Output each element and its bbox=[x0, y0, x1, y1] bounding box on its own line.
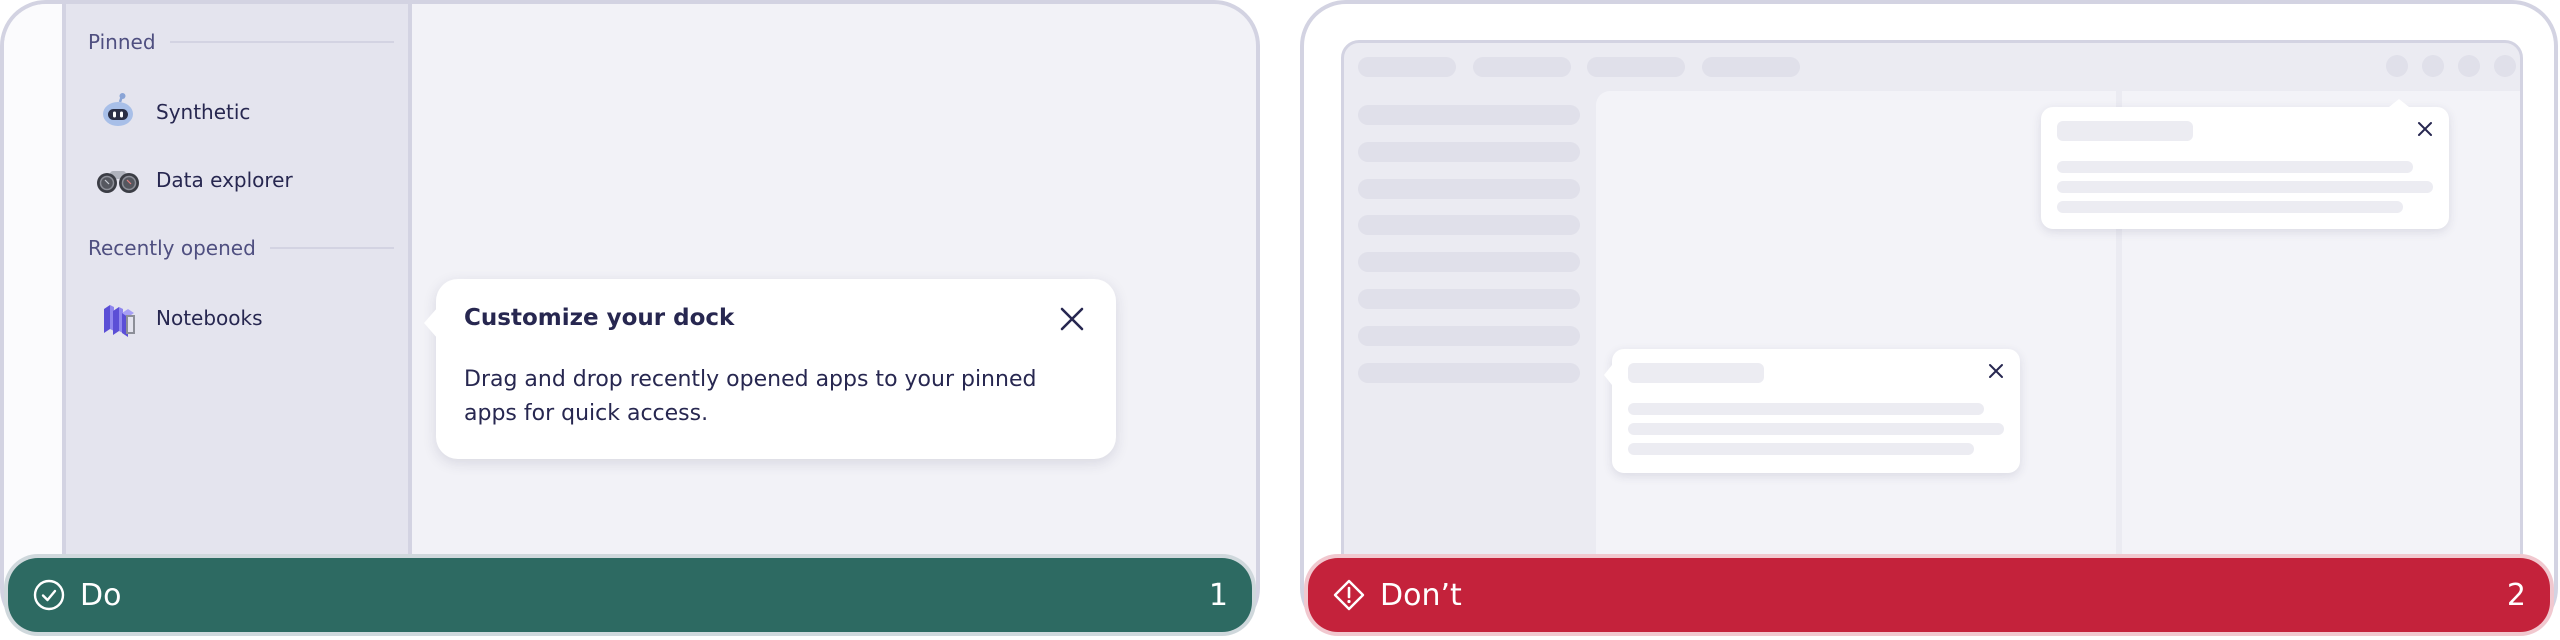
placeholder-tab bbox=[1473, 57, 1571, 77]
placeholder-dot bbox=[2458, 55, 2480, 77]
placeholder-line bbox=[1628, 423, 2004, 435]
divider bbox=[169, 41, 394, 43]
placeholder-line bbox=[1628, 443, 1974, 455]
overlapping-tooltip-1 bbox=[1604, 349, 2020, 473]
pinned-section-header: Pinned bbox=[88, 30, 394, 54]
placeholder-nav-item bbox=[1358, 289, 1580, 309]
verdict-label: Don’t bbox=[1380, 577, 1462, 613]
recent-label: Recently opened bbox=[88, 236, 256, 260]
divider bbox=[269, 247, 394, 249]
notebooks-cube-icon bbox=[96, 298, 140, 338]
do-verdict-bar: Do 1 bbox=[8, 558, 1252, 632]
dock-item-label: Data explorer bbox=[156, 168, 293, 192]
recent-section-header: Recently opened bbox=[88, 236, 394, 260]
tooltip-title: Customize your dock bbox=[464, 305, 735, 331]
placeholder-nav-item bbox=[1358, 142, 1580, 162]
placeholder-nav-item bbox=[1358, 215, 1580, 235]
placeholder-nav-item bbox=[1358, 105, 1580, 125]
dock-item-label: Synthetic bbox=[156, 100, 251, 124]
placeholder-line bbox=[2057, 161, 2413, 173]
placeholder-tab bbox=[1358, 57, 1456, 77]
dock-item-data-explorer[interactable]: Data explorer bbox=[96, 160, 293, 200]
app-mockup-frame bbox=[1341, 40, 2523, 580]
placeholder-title bbox=[1628, 363, 1764, 383]
verdict-number: 1 bbox=[1208, 577, 1228, 613]
customize-dock-tooltip: Customize your dock Drag and drop recent… bbox=[424, 279, 1116, 459]
placeholder-nav-item bbox=[1358, 252, 1580, 272]
placeholder-nav-item bbox=[1358, 326, 1580, 346]
placeholder-line bbox=[2057, 201, 2403, 213]
placeholder-line bbox=[2057, 181, 2433, 193]
do-example-panel: Pinned Synthetic Data explorer Recently … bbox=[0, 0, 1260, 634]
check-circle-icon bbox=[32, 578, 66, 612]
placeholder-nav-item bbox=[1358, 179, 1580, 199]
placeholder-line bbox=[1628, 403, 1984, 415]
placeholder-tab bbox=[1587, 57, 1685, 77]
dock-item-notebooks[interactable]: Notebooks bbox=[96, 298, 263, 338]
placeholder-tab bbox=[1702, 57, 1800, 77]
placeholder-dot bbox=[2422, 55, 2444, 77]
tooltip-arrow bbox=[2389, 99, 2409, 107]
warning-diamond-icon bbox=[1332, 578, 1366, 612]
pinned-label: Pinned bbox=[88, 30, 156, 54]
placeholder-dot bbox=[2386, 55, 2408, 77]
dont-example-panel bbox=[1300, 0, 2558, 634]
dock-sidebar: Pinned Synthetic Data explorer Recently … bbox=[62, 4, 412, 630]
binoculars-icon bbox=[96, 160, 140, 200]
overlapping-tooltip-2 bbox=[2041, 99, 2449, 229]
tooltip-arrow bbox=[1604, 365, 1612, 385]
placeholder-nav-item bbox=[1358, 363, 1580, 383]
verdict-number: 2 bbox=[2506, 577, 2526, 613]
close-icon[interactable] bbox=[1058, 305, 1086, 333]
placeholder-content bbox=[1596, 91, 2116, 577]
placeholder-title bbox=[2057, 121, 2193, 141]
tooltip-body: Drag and drop recently opened apps to yo… bbox=[464, 367, 1037, 426]
verdict-label: Do bbox=[80, 577, 122, 613]
close-icon[interactable] bbox=[2417, 121, 2433, 137]
close-icon[interactable] bbox=[1988, 363, 2004, 379]
placeholder-dot bbox=[2494, 55, 2516, 77]
robot-icon bbox=[96, 92, 140, 132]
app-rail bbox=[4, 4, 62, 630]
dock-item-synthetic[interactable]: Synthetic bbox=[96, 92, 250, 132]
tooltip-arrow bbox=[424, 307, 438, 339]
dont-verdict-bar: Don’t 2 bbox=[1308, 558, 2550, 632]
dock-item-label: Notebooks bbox=[156, 306, 263, 330]
